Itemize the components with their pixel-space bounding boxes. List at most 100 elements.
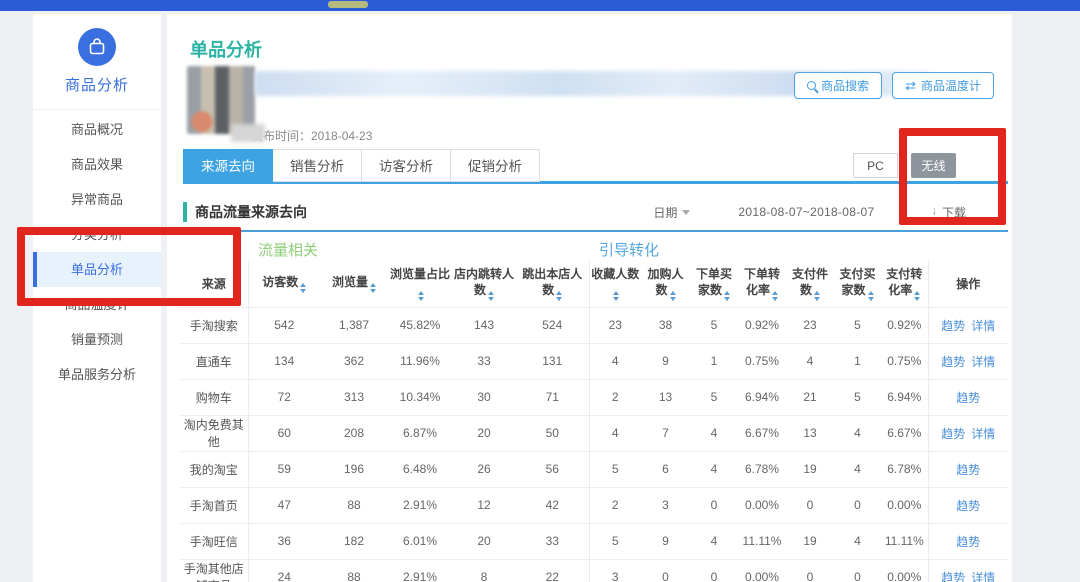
column-header[interactable]: 支付转化率 [881, 261, 928, 307]
value-cell: 4 [834, 523, 881, 559]
value-cell: 4 [834, 451, 881, 487]
column-header[interactable]: 访客数 [248, 261, 320, 307]
value-cell: 131 [516, 343, 589, 379]
sidebar-item[interactable]: 分类分析 [33, 217, 161, 252]
sort-icon[interactable] [418, 291, 424, 301]
sidebar-item[interactable]: 商品温度计 [33, 287, 161, 322]
action-link[interactable]: 趋势 [941, 319, 965, 333]
table-row: 我的淘宝591966.48%26565646.78%1946.78%趋势 [180, 451, 1008, 487]
value-cell: 42 [516, 487, 589, 523]
column-header[interactable]: 支付买家数 [834, 261, 881, 307]
sort-icon[interactable] [868, 291, 874, 301]
sidebar-item[interactable]: 异常商品 [33, 182, 161, 217]
value-cell: 4 [690, 451, 738, 487]
date-filter-dropdown[interactable]: 日期 [653, 204, 690, 221]
source-cell: 手淘其他店铺商品 [180, 559, 248, 582]
action-cell: 趋势 [928, 379, 1008, 415]
value-cell: 0.00% [881, 487, 928, 523]
value-cell: 5 [690, 379, 738, 415]
value-cell: 6.78% [881, 451, 928, 487]
value-cell: 0 [690, 487, 738, 523]
sort-icon[interactable] [914, 291, 920, 301]
value-cell: 8 [452, 559, 516, 582]
action-link[interactable]: 详情 [971, 319, 995, 333]
action-link[interactable]: 趋势 [941, 427, 965, 441]
value-cell: 11.96% [388, 343, 452, 379]
action-link[interactable]: 趋势 [956, 391, 980, 405]
sidebar: 商品分析 商品概况商品效果异常商品分类分析单品分析商品温度计销量预测单品服务分析 [33, 14, 161, 582]
column-header[interactable]: 支付件数 [786, 261, 834, 307]
table-row: 手淘其他店铺商品24882.91%8223000.00%000.00%趋势详情 [180, 559, 1008, 582]
tab[interactable]: 访客分析 [362, 149, 451, 182]
sort-icon[interactable] [370, 283, 376, 293]
column-header[interactable]: 下单买家数 [690, 261, 738, 307]
value-cell: 19 [786, 523, 834, 559]
value-cell: 134 [248, 343, 320, 379]
sidebar-item[interactable]: 单品分析 [33, 252, 161, 287]
section-controls: 日期 2018-08-07~2018-08-07 ↓ 下载 [653, 204, 1008, 221]
sidebar-item[interactable]: 单品服务分析 [33, 357, 161, 392]
product-thermometer-button[interactable]: ⇄ 商品温度计 [892, 72, 994, 99]
column-header[interactable]: 下单转化率 [738, 261, 786, 307]
sidebar-title: 商品分析 [33, 74, 161, 95]
action-link[interactable]: 详情 [971, 355, 995, 369]
tab[interactable]: 销售分析 [273, 149, 362, 182]
device-toggle-option[interactable]: PC [853, 153, 898, 178]
tab[interactable]: 促销分析 [451, 149, 540, 182]
value-cell: 362 [320, 343, 388, 379]
sort-icon[interactable] [613, 291, 619, 301]
tab[interactable]: 来源去向 [183, 149, 273, 182]
section-header: 商品流量来源去向 日期 2018-08-07~2018-08-07 ↓ 下载 [183, 194, 1008, 230]
action-link[interactable]: 趋势 [956, 535, 980, 549]
column-header[interactable]: 店内跳转人数 [452, 261, 516, 307]
sidebar-header: 商品分析 [33, 14, 161, 110]
column-header[interactable]: 收藏人数 [589, 261, 641, 307]
sort-icon[interactable] [670, 291, 676, 301]
sort-icon[interactable] [772, 291, 778, 301]
sidebar-item[interactable]: 销量预测 [33, 322, 161, 357]
action-link[interactable]: 详情 [971, 571, 995, 582]
value-cell: 19 [786, 451, 834, 487]
value-cell: 3 [641, 487, 690, 523]
value-cell: 20 [452, 523, 516, 559]
date-range[interactable]: 2018-08-07~2018-08-07 [738, 205, 874, 219]
action-link[interactable]: 趋势 [941, 571, 965, 582]
value-cell: 6.48% [388, 451, 452, 487]
sort-icon[interactable] [488, 291, 494, 301]
column-header[interactable]: 跳出本店人数 [516, 261, 589, 307]
header-buttons: 商品搜索 ⇄ 商品温度计 [794, 72, 994, 99]
device-toggle: PC 无线 [853, 153, 956, 178]
value-cell: 0 [786, 487, 834, 523]
action-link[interactable]: 趋势 [956, 499, 980, 513]
column-header-source: 来源 [180, 261, 248, 307]
product-search-button[interactable]: 商品搜索 [794, 72, 882, 99]
action-link[interactable]: 详情 [971, 427, 995, 441]
sort-icon[interactable] [724, 291, 730, 301]
value-cell: 30 [452, 379, 516, 415]
group-header-traffic: 流量相关 [248, 231, 589, 261]
value-cell: 22 [516, 559, 589, 582]
action-cell: 趋势详情 [928, 307, 1008, 343]
action-link[interactable]: 趋势 [941, 355, 965, 369]
value-cell: 6.67% [881, 415, 928, 451]
column-header[interactable]: 浏览量 [320, 261, 388, 307]
value-cell: 524 [516, 307, 589, 343]
table-row: 直通车13436211.96%331314910.75%410.75%趋势详情 [180, 343, 1008, 379]
download-link[interactable]: ↓ 下载 [930, 204, 966, 221]
column-header[interactable]: 加购人数 [641, 261, 690, 307]
value-cell: 313 [320, 379, 388, 415]
sort-icon[interactable] [556, 291, 562, 301]
source-cell: 手淘首页 [180, 487, 248, 523]
sidebar-item[interactable]: 商品概况 [33, 112, 161, 147]
source-cell: 手淘旺信 [180, 523, 248, 559]
value-cell: 21 [786, 379, 834, 415]
sidebar-item[interactable]: 商品效果 [33, 147, 161, 182]
device-toggle-option[interactable]: 无线 [911, 153, 956, 178]
value-cell: 0 [834, 559, 881, 582]
action-link[interactable]: 趋势 [956, 463, 980, 477]
column-header-row: 来源 访客数浏览量浏览量占比店内跳转人数跳出本店人数收藏人数加购人数下单买家数下… [180, 261, 1008, 307]
sort-icon[interactable] [814, 291, 820, 301]
source-cell: 我的淘宝 [180, 451, 248, 487]
column-header[interactable]: 浏览量占比 [388, 261, 452, 307]
sort-icon[interactable] [300, 283, 306, 293]
